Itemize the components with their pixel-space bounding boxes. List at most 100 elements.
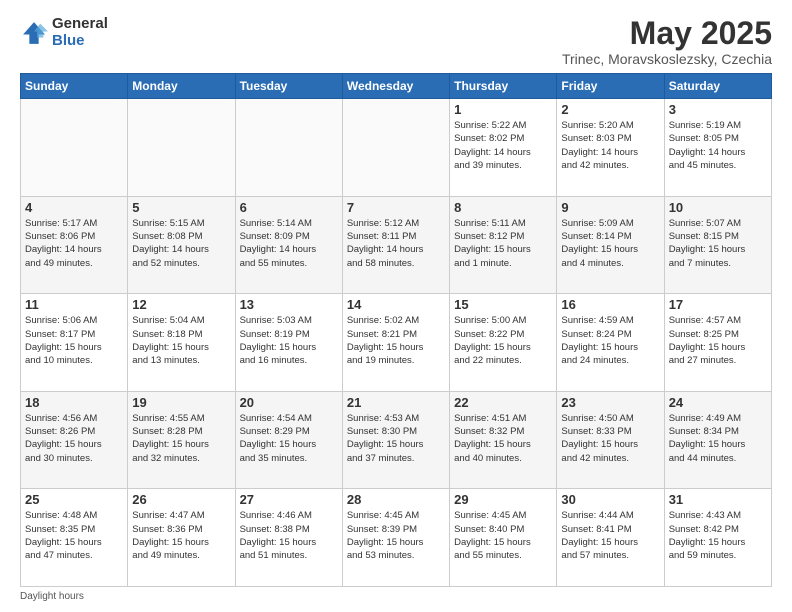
calendar-cell: 21Sunrise: 4:53 AM Sunset: 8:30 PM Dayli… (342, 391, 449, 489)
calendar-cell: 27 Sunrise: 4:46 AM Sunset: 8:38 PM Dayli… (235, 489, 342, 587)
day-info: Sunrise: 4:50 AM Sunset: 8:33 PM Dayligh… (561, 412, 659, 465)
calendar-cell: 28 Sunrise: 4:45 AM Sunset: 8:39 PM Dayli… (342, 489, 449, 587)
calendar-cell (21, 99, 128, 197)
calendar-cell: 8 Sunrise: 5:11 AM Sunset: 8:12 PM Daylig… (450, 196, 557, 294)
calendar-week-3: 11 Sunrise: 5:06 AM Sunset: 8:17 PM Dayli… (21, 294, 772, 392)
day-info: Sunrise: 4:44 AM Sunset: 8:41 PM Dayligh… (561, 509, 659, 562)
day-number: 17 (669, 297, 767, 312)
calendar-cell: 19Sunrise: 4:55 AM Sunset: 8:28 PM Dayli… (128, 391, 235, 489)
calendar-cell: 16Sunrise: 4:59 AM Sunset: 8:24 PM Dayli… (557, 294, 664, 392)
day-info: Sunrise: 4:57 AM Sunset: 8:25 PM Dayligh… (669, 314, 767, 367)
calendar-table: SundayMondayTuesdayWednesdayThursdayFrid… (20, 73, 772, 587)
calendar-week-2: 4Sunrise: 5:17 AM Sunset: 8:06 PM Daylig… (21, 196, 772, 294)
calendar-cell: 17 Sunrise: 4:57 AM Sunset: 8:25 PM Dayli… (664, 294, 771, 392)
calendar-cell: 11 Sunrise: 5:06 AM Sunset: 8:17 PM Dayli… (21, 294, 128, 392)
logo-text: General Blue (52, 16, 108, 49)
day-number: 12 (132, 297, 230, 312)
calendar-cell: 5Sunrise: 5:15 AM Sunset: 8:08 PM Daylig… (128, 196, 235, 294)
calendar-cell: 9Sunrise: 5:09 AM Sunset: 8:14 PM Daylig… (557, 196, 664, 294)
calendar-cell: 4Sunrise: 5:17 AM Sunset: 8:06 PM Daylig… (21, 196, 128, 294)
day-number: 27 (240, 492, 338, 507)
logo-blue-label: Blue (52, 33, 108, 50)
calendar-cell: 14Sunrise: 5:02 AM Sunset: 8:21 PM Dayli… (342, 294, 449, 392)
day-info: Sunrise: 4:43 AM Sunset: 8:42 PM Dayligh… (669, 509, 767, 562)
day-info: Sunrise: 4:48 AM Sunset: 8:35 PM Dayligh… (25, 509, 123, 562)
day-number: 23 (561, 395, 659, 410)
day-number: 28 (347, 492, 445, 507)
day-info: Sunrise: 5:07 AM Sunset: 8:15 PM Dayligh… (669, 217, 767, 270)
calendar-cell: 18Sunrise: 4:56 AM Sunset: 8:26 PM Dayli… (21, 391, 128, 489)
day-number: 30 (561, 492, 659, 507)
calendar-header-monday: Monday (128, 74, 235, 99)
calendar-cell (128, 99, 235, 197)
calendar-header-wednesday: Wednesday (342, 74, 449, 99)
calendar-cell: 31 Sunrise: 4:43 AM Sunset: 8:42 PM Dayli… (664, 489, 771, 587)
day-number: 3 (669, 102, 767, 117)
day-info: Sunrise: 4:51 AM Sunset: 8:32 PM Dayligh… (454, 412, 552, 465)
day-info: Sunrise: 5:11 AM Sunset: 8:12 PM Dayligh… (454, 217, 552, 270)
footer-note: Daylight hours (20, 591, 772, 602)
day-info: Sunrise: 4:49 AM Sunset: 8:34 PM Dayligh… (669, 412, 767, 465)
day-info: Sunrise: 5:06 AM Sunset: 8:17 PM Dayligh… (25, 314, 123, 367)
day-info: Sunrise: 5:04 AM Sunset: 8:18 PM Dayligh… (132, 314, 230, 367)
calendar-header-friday: Friday (557, 74, 664, 99)
day-number: 4 (25, 200, 123, 215)
calendar-cell: 7 Sunrise: 5:12 AM Sunset: 8:11 PM Daylig… (342, 196, 449, 294)
day-info: Sunrise: 5:22 AM Sunset: 8:02 PM Dayligh… (454, 119, 552, 172)
logo: General Blue (20, 16, 108, 49)
day-number: 24 (669, 395, 767, 410)
day-info: Sunrise: 5:14 AM Sunset: 8:09 PM Dayligh… (240, 217, 338, 270)
day-number: 31 (669, 492, 767, 507)
calendar-header-sunday: Sunday (21, 74, 128, 99)
day-info: Sunrise: 4:47 AM Sunset: 8:36 PM Dayligh… (132, 509, 230, 562)
calendar-cell: 12 Sunrise: 5:04 AM Sunset: 8:18 PM Dayli… (128, 294, 235, 392)
calendar-cell: 3 Sunrise: 5:19 AM Sunset: 8:05 PM Daylig… (664, 99, 771, 197)
calendar-cell: 10Sunrise: 5:07 AM Sunset: 8:15 PM Dayli… (664, 196, 771, 294)
day-info: Sunrise: 5:19 AM Sunset: 8:05 PM Dayligh… (669, 119, 767, 172)
calendar-cell: 2Sunrise: 5:20 AM Sunset: 8:03 PM Daylig… (557, 99, 664, 197)
day-info: Sunrise: 5:00 AM Sunset: 8:22 PM Dayligh… (454, 314, 552, 367)
day-info: Sunrise: 4:46 AM Sunset: 8:38 PM Dayligh… (240, 509, 338, 562)
day-info: Sunrise: 5:20 AM Sunset: 8:03 PM Dayligh… (561, 119, 659, 172)
day-number: 19 (132, 395, 230, 410)
day-number: 26 (132, 492, 230, 507)
calendar-cell: 24 Sunrise: 4:49 AM Sunset: 8:34 PM Dayli… (664, 391, 771, 489)
day-number: 13 (240, 297, 338, 312)
day-number: 21 (347, 395, 445, 410)
day-info: Sunrise: 4:45 AM Sunset: 8:40 PM Dayligh… (454, 509, 552, 562)
calendar-cell: 29 Sunrise: 4:45 AM Sunset: 8:40 PM Dayli… (450, 489, 557, 587)
logo-icon (20, 19, 48, 47)
day-number: 18 (25, 395, 123, 410)
calendar-cell (342, 99, 449, 197)
title-block: May 2025 Trinec, Moravskoslezsky, Czechi… (562, 16, 772, 67)
day-number: 29 (454, 492, 552, 507)
day-info: Sunrise: 5:12 AM Sunset: 8:11 PM Dayligh… (347, 217, 445, 270)
header: General Blue May 2025 Trinec, Moravskosl… (20, 16, 772, 67)
day-number: 8 (454, 200, 552, 215)
calendar-week-5: 25Sunrise: 4:48 AM Sunset: 8:35 PM Dayli… (21, 489, 772, 587)
logo-general-label: General (52, 16, 108, 33)
day-number: 1 (454, 102, 552, 117)
day-info: Sunrise: 5:03 AM Sunset: 8:19 PM Dayligh… (240, 314, 338, 367)
calendar-header-row: SundayMondayTuesdayWednesdayThursdayFrid… (21, 74, 772, 99)
day-number: 9 (561, 200, 659, 215)
day-info: Sunrise: 4:59 AM Sunset: 8:24 PM Dayligh… (561, 314, 659, 367)
day-number: 11 (25, 297, 123, 312)
calendar-cell: 23 Sunrise: 4:50 AM Sunset: 8:33 PM Dayli… (557, 391, 664, 489)
day-info: Sunrise: 4:45 AM Sunset: 8:39 PM Dayligh… (347, 509, 445, 562)
day-number: 14 (347, 297, 445, 312)
day-number: 20 (240, 395, 338, 410)
calendar-cell: 26 Sunrise: 4:47 AM Sunset: 8:36 PM Dayli… (128, 489, 235, 587)
calendar-cell (235, 99, 342, 197)
main-title: May 2025 (562, 16, 772, 51)
page: General Blue May 2025 Trinec, Moravskosl… (0, 0, 792, 612)
calendar-header-thursday: Thursday (450, 74, 557, 99)
calendar-header-saturday: Saturday (664, 74, 771, 99)
calendar-week-1: 1 Sunrise: 5:22 AM Sunset: 8:02 PM Daylig… (21, 99, 772, 197)
day-number: 6 (240, 200, 338, 215)
day-number: 7 (347, 200, 445, 215)
day-number: 15 (454, 297, 552, 312)
calendar-cell: 22Sunrise: 4:51 AM Sunset: 8:32 PM Dayli… (450, 391, 557, 489)
day-info: Sunrise: 4:54 AM Sunset: 8:29 PM Dayligh… (240, 412, 338, 465)
calendar-cell: 30 Sunrise: 4:44 AM Sunset: 8:41 PM Dayli… (557, 489, 664, 587)
